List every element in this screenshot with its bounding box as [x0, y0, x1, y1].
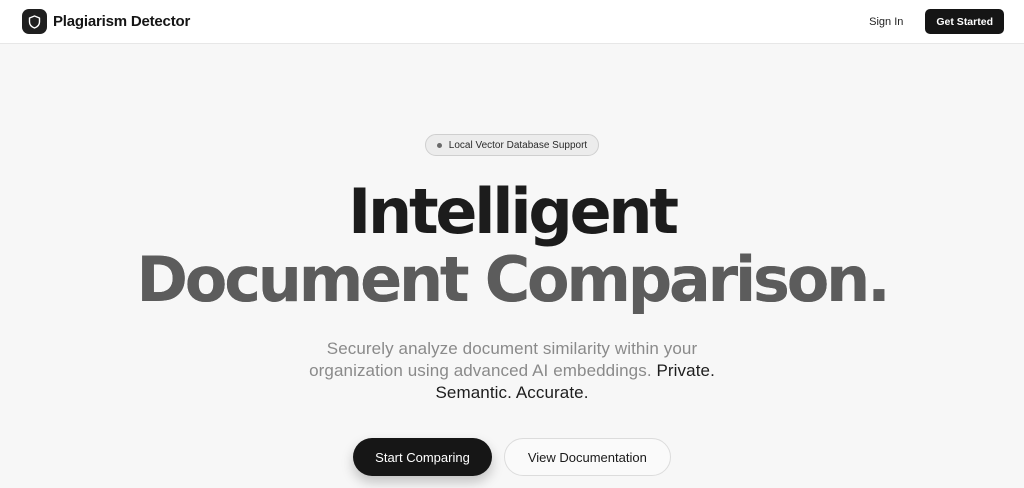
start-comparing-button[interactable]: Start Comparing — [353, 438, 492, 476]
cta-row: Start Comparing View Documentation — [353, 438, 671, 476]
view-documentation-button[interactable]: View Documentation — [503, 438, 671, 476]
brand[interactable]: Plagiarism Detector — [22, 9, 190, 34]
feature-badge: Local Vector Database Support — [424, 134, 600, 156]
badge-dot-icon — [436, 142, 442, 148]
badge-text: Local Vector Database Support — [448, 139, 588, 151]
headline-line-2: Document Comparison. — [136, 243, 891, 316]
subtext-regular: Securely analyze document similarity wit… — [309, 339, 698, 380]
top-navbar: Plagiarism Detector Sign In Get Started — [0, 0, 1024, 44]
hero-headline: Intelligent Document Comparison. — [136, 175, 891, 316]
hero-section: Local Vector Database Support Intelligen… — [0, 44, 1024, 488]
shield-icon — [22, 9, 47, 34]
brand-name: Plagiarism Detector — [53, 13, 191, 30]
nav-actions: Sign In Get Started — [869, 9, 1004, 34]
hero-subtext: Securely analyze document similarity wit… — [282, 338, 742, 404]
sign-in-link[interactable]: Sign In — [869, 16, 903, 28]
headline-line-1: Intelligent — [348, 175, 679, 248]
get-started-button[interactable]: Get Started — [925, 9, 1004, 34]
